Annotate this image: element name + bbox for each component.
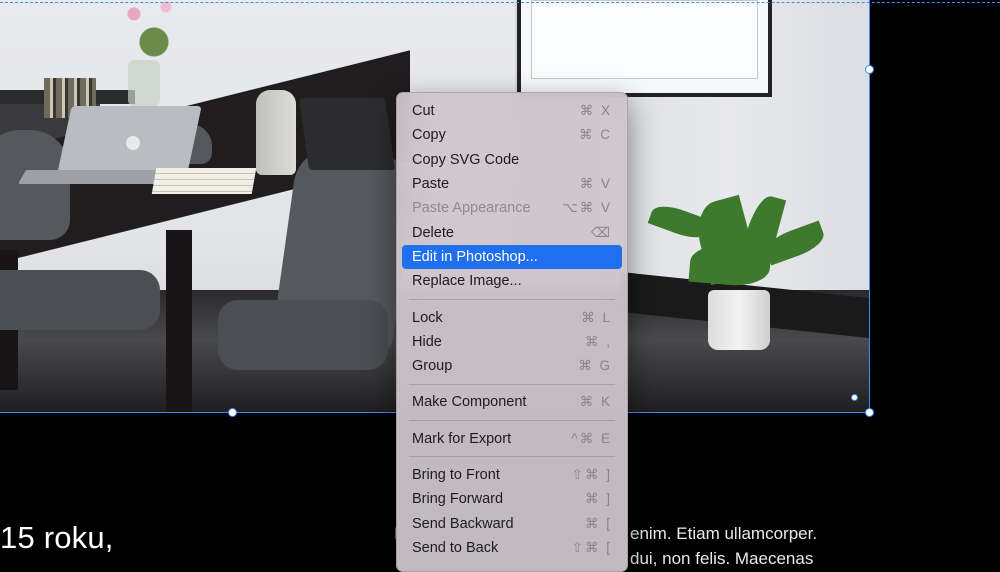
menu-item-shortcut: ⌘ V bbox=[579, 176, 612, 192]
menu-item-label: Send to Back bbox=[412, 539, 499, 556]
menu-item-cut[interactable]: Cut ⌘ X bbox=[402, 99, 622, 123]
menu-item-paste[interactable]: Paste ⌘ V bbox=[402, 172, 622, 196]
plant-pot bbox=[708, 290, 770, 350]
menu-item-shortcut: ⌘ L bbox=[581, 309, 612, 325]
carafe bbox=[256, 90, 296, 175]
menu-item-copy[interactable]: Copy ⌘ C bbox=[402, 123, 622, 147]
menu-item-shortcut: ⌘ K bbox=[579, 394, 612, 410]
chair-seat bbox=[0, 270, 160, 330]
menu-item-label: Copy SVG Code bbox=[412, 151, 520, 168]
menu-item-paste-appearance: Paste Appearance ⌥⌘ V bbox=[402, 196, 622, 220]
resize-handle-bottom-right[interactable] bbox=[865, 408, 874, 417]
menu-separator bbox=[409, 383, 615, 385]
selection-guide bbox=[0, 2, 1000, 3]
menu-item-label: Paste bbox=[412, 176, 450, 193]
menu-separator bbox=[409, 298, 615, 300]
menu-item-shortcut: ⌘ X bbox=[579, 103, 612, 119]
menu-item-label: Bring Forward bbox=[412, 491, 504, 508]
menu-item-bring-forward[interactable]: Bring Forward ⌘ ] bbox=[402, 487, 622, 511]
menu-item-make-component[interactable]: Make Component ⌘ K bbox=[402, 390, 622, 414]
menu-item-shortcut: ⌫ bbox=[590, 224, 612, 240]
chair bbox=[0, 130, 70, 240]
menu-item-send-to-back[interactable]: Send to Back ⇧⌘ [ bbox=[402, 536, 622, 560]
resize-handle-right[interactable] bbox=[865, 65, 874, 74]
menu-separator bbox=[409, 420, 615, 422]
context-menu: Cut ⌘ X Copy ⌘ C Copy SVG Code Paste ⌘ V Paste … bbox=[396, 92, 628, 572]
menu-item-label: Cut bbox=[412, 103, 435, 120]
menu-item-edit-in-photoshop[interactable]: Edit in Photoshop... bbox=[402, 244, 622, 270]
menu-item-shortcut: ⌘ , bbox=[584, 333, 612, 349]
menu-item-bring-to-front[interactable]: Bring to Front ⇧⌘ ] bbox=[402, 463, 622, 487]
paragraph-text-line[interactable]: enim. Etiam ullamcorper. bbox=[630, 524, 817, 544]
table-leg bbox=[166, 230, 192, 413]
menu-item-label: Replace Image... bbox=[412, 273, 522, 290]
menu-item-mark-for-export[interactable]: Mark for Export ^⌘ E bbox=[402, 427, 622, 451]
menu-item-label: Mark for Export bbox=[412, 430, 512, 447]
menu-item-shortcut: ⌘ G bbox=[578, 358, 612, 374]
menu-item-shortcut: ⌘ ] bbox=[584, 491, 612, 507]
heading-text[interactable]: 15 roku, bbox=[0, 520, 114, 556]
menu-item-label: Group bbox=[412, 358, 453, 375]
vase bbox=[128, 60, 160, 106]
menu-item-replace-image[interactable]: Replace Image... bbox=[402, 269, 622, 293]
laptop-base bbox=[17, 170, 167, 184]
apple-logo-icon bbox=[126, 136, 140, 150]
menu-item-shortcut: ^⌘ E bbox=[571, 430, 612, 446]
menu-item-shortcut: ⇧⌘ ] bbox=[571, 467, 612, 482]
window bbox=[517, 0, 772, 97]
laptop bbox=[298, 98, 396, 170]
menu-item-label: Delete bbox=[412, 224, 454, 241]
menu-item-shortcut: ⇧⌘ [ bbox=[571, 539, 612, 555]
menu-item-group[interactable]: Group ⌘ G bbox=[402, 354, 622, 378]
menu-item-label: Make Component bbox=[412, 394, 527, 411]
menu-item-label: Bring to Front bbox=[412, 467, 500, 483]
menu-separator bbox=[409, 456, 615, 458]
menu-item-label: Edit in Photoshop... bbox=[412, 248, 538, 265]
menu-item-lock[interactable]: Lock ⌘ L bbox=[402, 305, 622, 329]
paragraph-text-line[interactable]: dui, non felis. Maecenas bbox=[630, 549, 813, 569]
menu-item-label: Copy bbox=[412, 127, 446, 144]
menu-item-label: Send Backward bbox=[412, 515, 514, 532]
resize-handle-bottom[interactable] bbox=[228, 408, 237, 417]
books bbox=[151, 168, 257, 194]
menu-item-hide[interactable]: Hide ⌘ , bbox=[402, 330, 622, 354]
menu-item-send-backward[interactable]: Send Backward ⌘ [ bbox=[402, 511, 622, 535]
corner-radius-handle[interactable] bbox=[851, 394, 858, 401]
menu-item-shortcut: ⌘ [ bbox=[584, 515, 612, 531]
menu-item-copy-svg-code[interactable]: Copy SVG Code bbox=[402, 148, 622, 172]
menu-item-delete[interactable]: Delete ⌫ bbox=[402, 220, 622, 244]
menu-item-label: Lock bbox=[412, 309, 443, 326]
menu-item-label: Paste Appearance bbox=[412, 200, 531, 217]
menu-item-shortcut: ⌘ C bbox=[579, 127, 612, 143]
menu-item-label: Hide bbox=[412, 333, 442, 350]
menu-item-shortcut: ⌥⌘ V bbox=[562, 200, 612, 216]
chair-seat bbox=[218, 300, 388, 370]
